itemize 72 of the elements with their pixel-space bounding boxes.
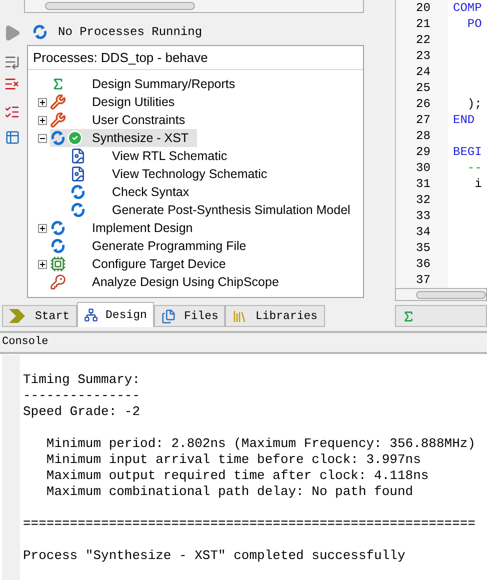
code-text: ); xyxy=(466,97,482,111)
expand-icon[interactable] xyxy=(38,116,46,124)
console-line: Timing Summary: xyxy=(23,372,140,387)
code-text: PO xyxy=(466,17,482,31)
line-number: 23 xyxy=(415,48,432,64)
sigma-icon xyxy=(402,310,415,322)
list-check-icon[interactable] xyxy=(4,104,20,120)
line-number: 20 xyxy=(415,0,432,16)
files-icon xyxy=(160,308,176,324)
code-text: -- xyxy=(466,161,482,175)
table-icon[interactable] xyxy=(4,130,20,145)
chevron-icon xyxy=(9,309,27,324)
hierarchy-icon xyxy=(84,308,98,322)
scrollbar[interactable] xyxy=(395,288,487,301)
wrench-icon xyxy=(50,112,66,128)
line-number: 28 xyxy=(415,128,432,144)
list-cross-icon[interactable] xyxy=(4,76,20,92)
collapse-icon[interactable] xyxy=(38,134,46,142)
code-text: BEGI xyxy=(453,145,482,159)
console-line: Maximum combinational path delay: No path found xyxy=(45,484,414,499)
console-line: ========================================================== xyxy=(23,516,476,531)
run-icon[interactable] xyxy=(3,24,21,42)
code-text: END xyxy=(453,113,475,127)
sigma-icon xyxy=(51,77,65,91)
line-number: 29 xyxy=(415,144,432,160)
tab[interactable]: Start xyxy=(2,305,77,328)
console-line: Process "Synthesize - XST" completed successfully xyxy=(23,548,406,563)
line-number: 31 xyxy=(415,176,432,192)
console-line: Minimum input arrival time before clock: 3.997ns xyxy=(45,452,421,467)
line-number: 35 xyxy=(415,240,432,256)
chip-icon xyxy=(50,256,66,272)
library-icon xyxy=(232,308,248,324)
key-icon xyxy=(50,274,66,290)
line-number: 37 xyxy=(415,272,432,288)
line-number: 30 xyxy=(415,160,432,176)
tab[interactable]: Files xyxy=(154,305,226,328)
refresh-icon xyxy=(70,202,86,218)
refresh-icon xyxy=(50,220,66,236)
line-number: 32 xyxy=(415,192,432,208)
line-number: 26 xyxy=(415,96,432,112)
refresh-icon xyxy=(32,24,48,40)
tab[interactable]: Libraries xyxy=(225,305,325,328)
scrollbar[interactable] xyxy=(24,0,364,13)
schematic-icon xyxy=(70,166,86,182)
console-line: Maximum output required time after clock: 4.118ns xyxy=(45,468,429,483)
line-number: 36 xyxy=(415,256,432,272)
panel-title: Processes: DDS_top - behave xyxy=(28,46,364,70)
tab[interactable]: Design xyxy=(76,302,154,328)
list-icon[interactable] xyxy=(4,54,20,70)
refresh-icon xyxy=(50,238,66,254)
line-number: 33 xyxy=(415,208,432,224)
status-text: No Processes Running xyxy=(58,24,202,41)
line-number: 24 xyxy=(415,64,432,80)
line-number: 21 xyxy=(415,16,432,32)
code-text: COMP xyxy=(453,1,482,15)
wrench-icon xyxy=(50,94,66,110)
expand-icon[interactable] xyxy=(38,98,46,106)
check-icon xyxy=(67,130,83,146)
line-number: 25 xyxy=(415,80,432,96)
refresh-icon xyxy=(70,184,86,200)
process-item[interactable]: Synthesize - XST xyxy=(50,129,197,147)
refresh-icon xyxy=(50,130,66,146)
expand-icon[interactable] xyxy=(38,260,46,268)
code-text: i xyxy=(474,177,482,191)
console-line: --------------- xyxy=(23,388,140,403)
line-number: 22 xyxy=(415,32,432,48)
console-line: Minimum period: 2.802ns (Maximum Frequency: 356.888MHz) xyxy=(45,436,476,451)
line-number: 34 xyxy=(415,224,432,240)
line-number: 27 xyxy=(415,112,432,128)
console-line: Speed Grade: -2 xyxy=(23,404,140,419)
expand-icon[interactable] xyxy=(38,224,46,232)
schematic-icon xyxy=(70,148,86,164)
